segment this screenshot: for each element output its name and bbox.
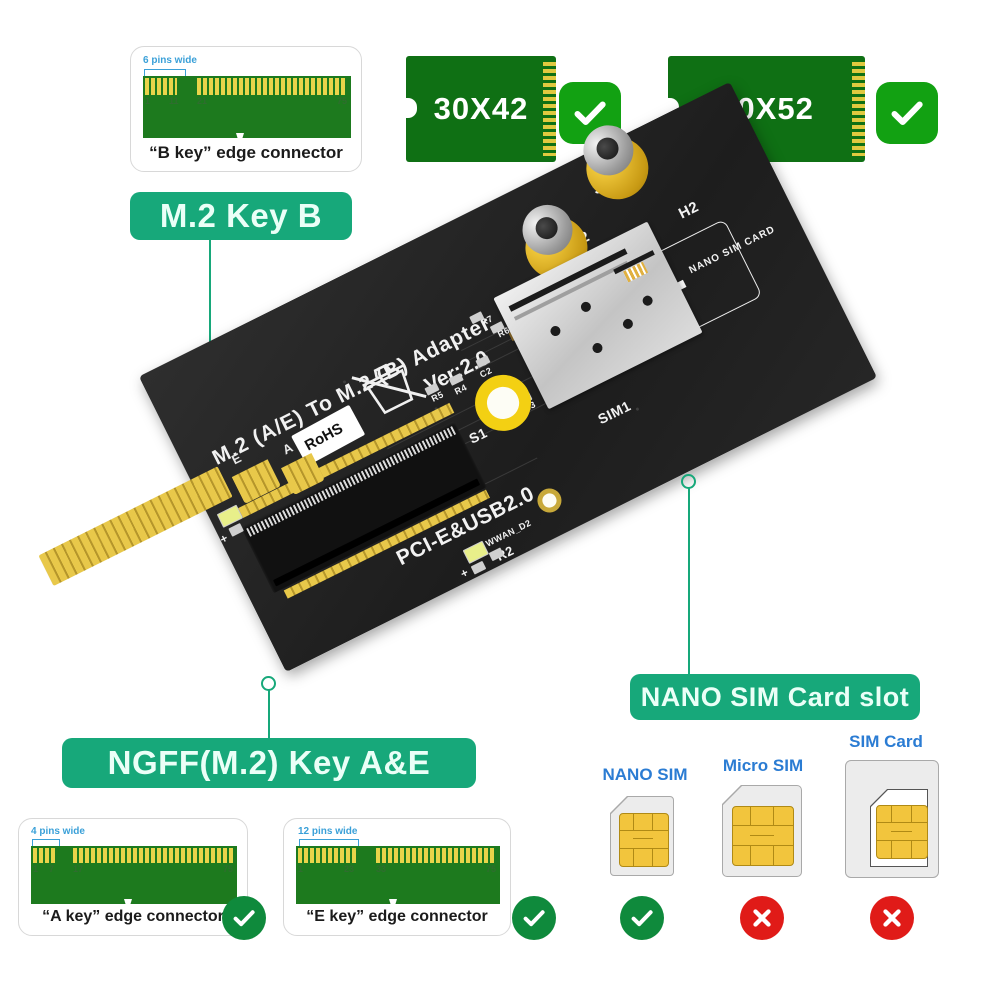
pin	[163, 78, 167, 95]
a-key-pin-label-75: 75	[223, 864, 234, 874]
b-key-pins-left	[145, 78, 177, 95]
sim-label-standard: SIM Card	[849, 732, 923, 751]
callout-key-ae-label: NGFF(M.2) Key A&E	[107, 744, 431, 781]
close-icon	[753, 909, 771, 927]
pin	[145, 78, 149, 95]
sim-card-micro	[722, 785, 802, 877]
sim-slot-hole	[548, 324, 563, 338]
e-key-pin-label-23: 23	[344, 864, 355, 874]
sim-chip-standard	[876, 805, 928, 859]
a-key-brace-label: 4 pins wide	[31, 826, 85, 837]
sim-card-standard	[845, 760, 939, 878]
a-key-caption: “A key” edge connector	[42, 908, 224, 925]
e-key-pins-right	[376, 848, 498, 863]
check-icon	[891, 101, 923, 125]
pcb-board: M.2 (A/E) To M.2 (B) Adapter Ver:2.0 PCI…	[139, 82, 877, 672]
a-key-pin-label-7: 7	[49, 864, 55, 874]
sim-micro-cross-badge	[740, 896, 784, 940]
b-key-spec-card: 6 pins wide 1 11 21 75 “B key” edge conn…	[130, 46, 362, 172]
sim-standard-cross-badge	[870, 896, 914, 940]
sim-slot-hole	[640, 293, 655, 308]
check-icon	[523, 910, 545, 927]
sim-slot-hole	[579, 300, 593, 314]
b-key-caption: “B key” edge connector	[149, 143, 343, 162]
module-30x42: 30X42	[405, 56, 556, 162]
b-key-pin-label-21: 21	[197, 96, 208, 106]
a-key-pins-right	[73, 848, 235, 863]
silk-key-a: A	[280, 439, 296, 458]
callout-key-ae-leader	[268, 690, 270, 738]
callout-sim-leader	[688, 488, 690, 674]
adapter-board-illustration: M.2 (A/E) To M.2 (B) Adapter Ver:2.0 PCI…	[38, 82, 980, 688]
sim-label-nano: NANO SIM	[602, 765, 688, 784]
callout-key-ae-anchor	[261, 676, 276, 691]
e-key-caption: “E key” edge connector	[306, 908, 488, 925]
sim-label-micro: Micro SIM	[722, 756, 804, 775]
pcb-substrate: M.2 (A/E) To M.2 (B) Adapter Ver:2.0 PCI…	[139, 82, 877, 672]
pin	[157, 78, 161, 95]
sim-nano-check-badge	[620, 896, 664, 940]
callout-sim-slot: NANO SIM Card slot	[630, 674, 920, 720]
sim-slot-hole	[621, 317, 635, 331]
e-key-pin-label-1: 1	[298, 864, 304, 874]
e-key-check-badge	[512, 896, 556, 940]
sim-card-nano	[610, 796, 674, 876]
pin	[175, 78, 177, 95]
b-key-brace-label: 6 pins wide	[143, 55, 197, 66]
pin	[151, 78, 155, 95]
callout-key-ae: NGFF(M.2) Key A&E	[62, 738, 476, 788]
b-key-pin-label-75: 75	[337, 96, 348, 106]
gold-finger-e-tab	[231, 459, 281, 504]
silk-key-e: E	[229, 449, 245, 468]
e-key-pin-label-75: 75	[486, 864, 497, 874]
e-key-brace-label: 12 pins wide	[298, 826, 358, 837]
module-30x52-check-badge	[876, 82, 938, 144]
pin	[169, 78, 173, 95]
sim-chip-micro	[732, 806, 794, 866]
module-size-label: 30X42	[433, 91, 529, 126]
e-key-spec-card: 12 pins wide 1 23 33 75 “E key” edge con…	[283, 818, 511, 936]
e-key-pins-left	[298, 848, 356, 863]
b-key-pin-label-1: 1	[145, 96, 151, 106]
a-key-pins-left	[33, 848, 55, 863]
check-icon	[233, 910, 255, 927]
sim-chip-nano	[619, 813, 669, 867]
sim-slot-hole	[590, 341, 605, 355]
e-key-pin-label-33: 33	[376, 864, 387, 874]
a-key-check-badge	[222, 896, 266, 940]
check-icon	[631, 910, 653, 927]
a-key-pin-label-17: 17	[73, 864, 84, 874]
b-key-pin-label-11: 11	[169, 96, 179, 106]
a-key-spec-card: 4 pins wide 1 7 17 75 “A key” edge conne…	[18, 818, 248, 936]
callout-sim-anchor	[681, 474, 696, 489]
close-icon	[883, 909, 901, 927]
callout-sim-slot-label: NANO SIM Card slot	[640, 681, 910, 712]
gold-finger-main	[38, 466, 233, 587]
b-key-pins-right	[197, 78, 349, 95]
a-key-pin-label-1: 1	[33, 864, 39, 874]
